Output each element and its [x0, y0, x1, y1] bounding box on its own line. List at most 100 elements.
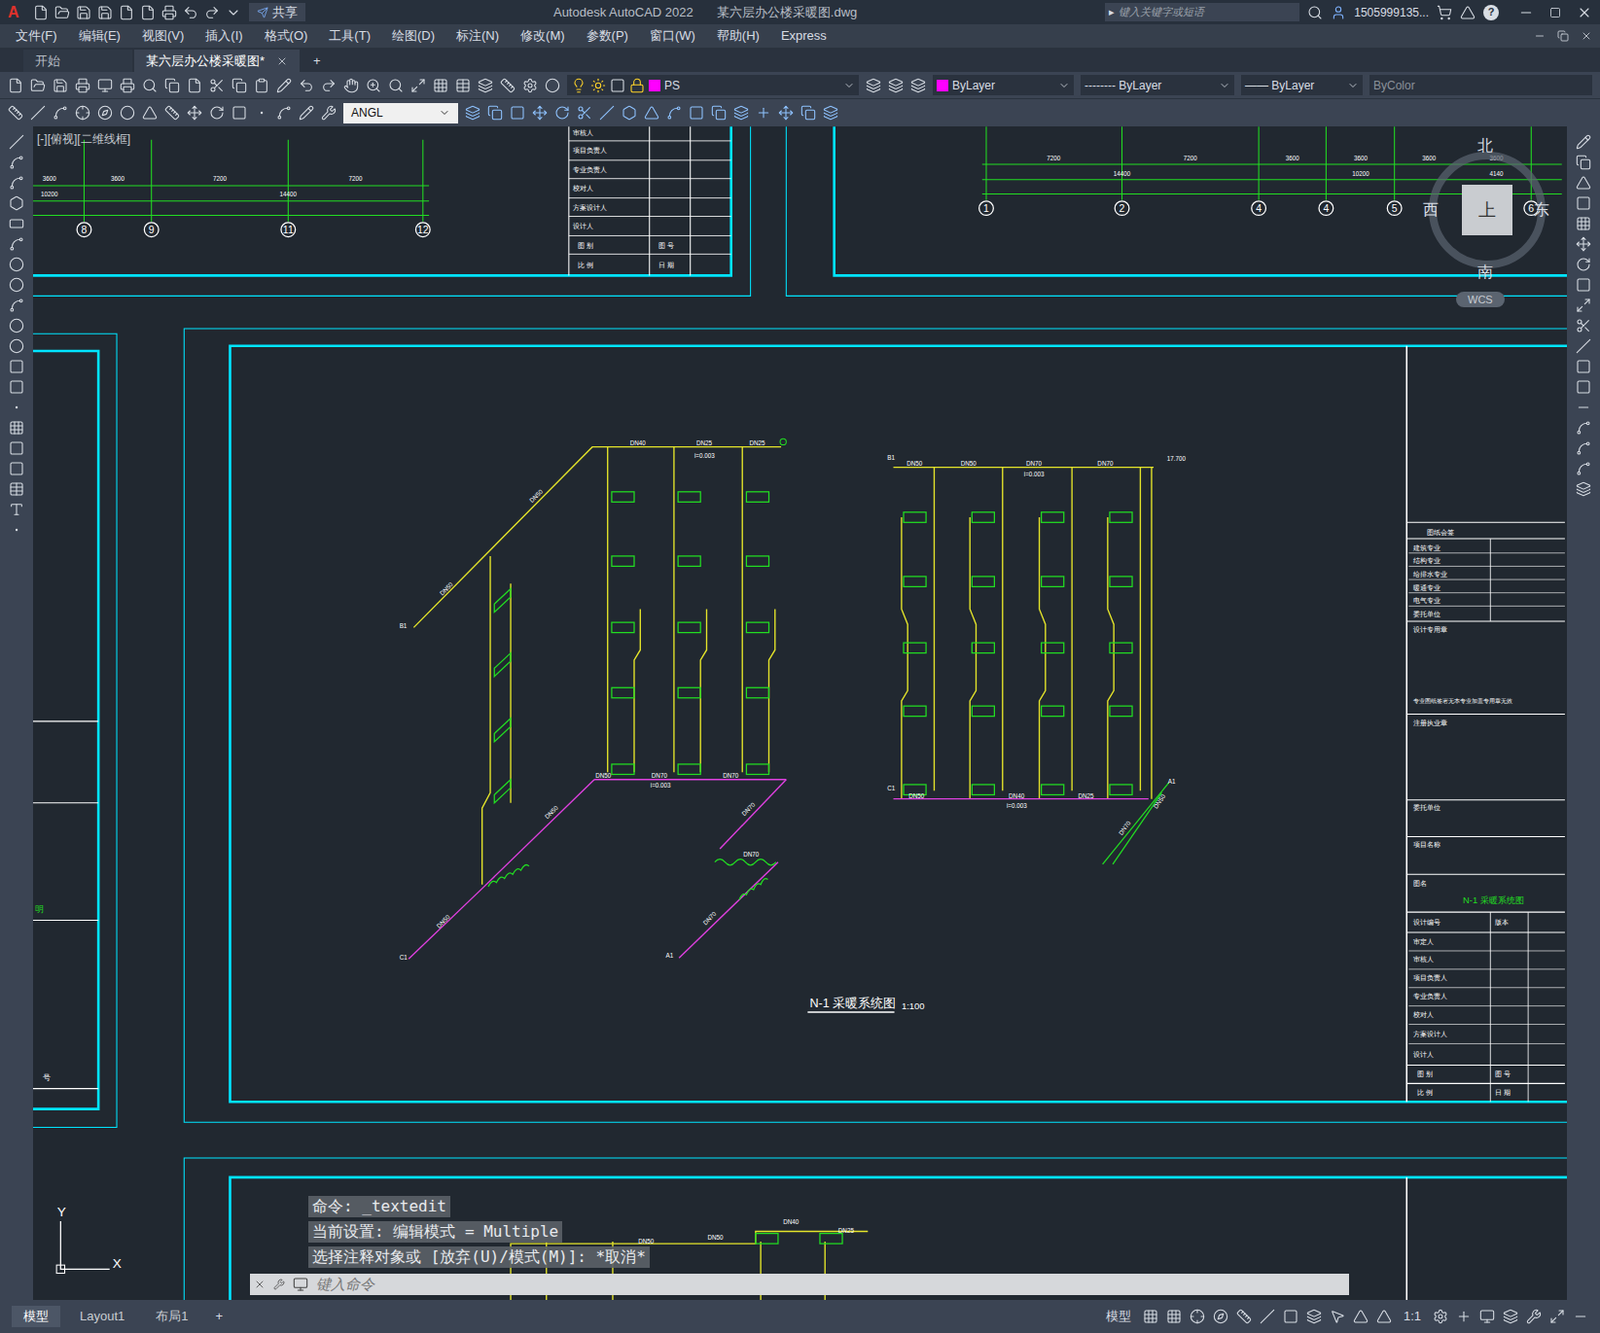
model-space-toggle[interactable]: 模型 — [1102, 1307, 1136, 1327]
viewcube-north[interactable]: 北 — [1477, 134, 1494, 158]
modify-tool-icon[interactable] — [1575, 134, 1592, 150]
modify-tool-icon[interactable] — [1575, 358, 1592, 375]
layer-thaw-icon[interactable] — [590, 77, 606, 94]
menu-item[interactable]: 工具(T) — [328, 26, 371, 46]
toolbar-icon[interactable] — [544, 77, 561, 94]
status-toggle-icon[interactable] — [1189, 1309, 1206, 1325]
dimension-tool-icon[interactable] — [209, 105, 225, 121]
modify-tool-icon[interactable] — [1575, 440, 1592, 457]
quick-access-icon[interactable] — [118, 4, 135, 21]
model-space[interactable]: 36003600720072001020014400891112审核人项目负责人… — [33, 126, 1567, 1301]
cart-icon[interactable] — [1436, 4, 1453, 21]
layout-tab[interactable]: Layout1 — [68, 1306, 137, 1328]
modify-tool-icon[interactable] — [1575, 297, 1592, 314]
toolbar-icon[interactable] — [74, 77, 91, 94]
layer-tool-icon[interactable] — [910, 77, 926, 94]
menu-item[interactable]: 编辑(E) — [78, 26, 121, 46]
modify-tool-icon[interactable] — [464, 105, 481, 121]
dropdown-arrow-icon[interactable] — [1218, 79, 1231, 92]
quick-access-icon[interactable] — [75, 4, 92, 21]
command-customize-icon[interactable] — [273, 1279, 285, 1291]
menu-item[interactable]: Express — [781, 26, 827, 46]
layout-tab[interactable]: 布局1 — [143, 1306, 200, 1328]
menu-item[interactable]: 绘图(D) — [391, 26, 435, 46]
modify-tool-icon[interactable] — [576, 105, 593, 121]
draw-tool-icon[interactable] — [8, 277, 25, 293]
modify-tool-icon[interactable] — [487, 105, 503, 121]
toolbar-icon[interactable] — [522, 77, 538, 94]
dropdown-arrow-icon[interactable] — [1058, 79, 1070, 92]
dimension-tool-icon[interactable] — [7, 105, 24, 121]
toolbar-icon[interactable] — [388, 77, 404, 94]
modify-tool-icon[interactable] — [509, 105, 526, 121]
menu-item[interactable]: 格式(O) — [264, 26, 309, 46]
layer-vp-icon[interactable] — [609, 77, 626, 94]
dropdown-arrow-icon[interactable] — [1347, 79, 1359, 92]
draw-tool-icon[interactable] — [8, 256, 25, 273]
layout-tab[interactable]: 模型 — [11, 1306, 61, 1328]
draw-tool-icon[interactable] — [8, 461, 25, 477]
doc-minimize-icon[interactable] — [1533, 30, 1546, 42]
draw-tool-icon[interactable] — [8, 440, 25, 457]
status-toggle-icon[interactable] — [1306, 1309, 1322, 1325]
app-logo[interactable]: A — [7, 0, 26, 25]
toolbar-icon[interactable] — [30, 77, 46, 94]
linetype-dropdown[interactable]: -------- ByLayer — [1080, 74, 1235, 96]
modify-tool-icon[interactable] — [621, 105, 638, 121]
dimension-tool-icon[interactable] — [298, 105, 315, 121]
dimension-tool-icon[interactable] — [97, 105, 113, 121]
quick-access-icon[interactable] — [54, 4, 71, 21]
modify-tool-icon[interactable] — [666, 105, 682, 121]
toolbar-icon[interactable] — [119, 77, 136, 94]
dropdown-arrow-icon[interactable] — [843, 79, 855, 92]
menu-item[interactable]: 插入(I) — [205, 26, 243, 46]
modify-tool-icon[interactable] — [1575, 461, 1592, 477]
viewcube-east[interactable]: 东 — [1533, 198, 1550, 222]
lineweight-dropdown[interactable]: —— ByLayer — [1241, 74, 1363, 96]
doc-close-icon[interactable] — [1580, 30, 1593, 42]
modify-tool-icon[interactable] — [1575, 277, 1592, 293]
status-tool-icon[interactable] — [1456, 1309, 1472, 1325]
toolbar-icon[interactable] — [142, 77, 158, 94]
status-tool-icon[interactable] — [1432, 1309, 1449, 1325]
color-dropdown[interactable]: ByLayer — [932, 74, 1074, 96]
viewcube-face[interactable]: 上 — [1461, 184, 1513, 236]
status-tool-icon[interactable] — [1479, 1309, 1495, 1325]
draw-tool-icon[interactable] — [8, 297, 25, 314]
modify-tool-icon[interactable] — [755, 105, 772, 121]
share-button[interactable]: 共享 — [248, 2, 306, 23]
toolbar-icon[interactable] — [455, 77, 471, 94]
status-toggle-icon[interactable] — [1236, 1309, 1252, 1325]
layer-on-icon[interactable] — [570, 77, 587, 94]
status-tool-icon[interactable] — [1502, 1309, 1519, 1325]
draw-tool-icon[interactable] — [8, 134, 25, 150]
menu-item[interactable]: 文件(F) — [15, 26, 58, 46]
command-close-icon[interactable] — [253, 1279, 266, 1291]
minimize-icon[interactable] — [1518, 4, 1534, 21]
menu-item[interactable]: 视图(V) — [142, 26, 184, 46]
modify-tool-icon[interactable] — [1575, 256, 1592, 273]
dimension-tool-icon[interactable] — [231, 105, 248, 121]
quick-access-icon[interactable] — [204, 4, 220, 21]
modify-tool-icon[interactable] — [822, 105, 839, 121]
doc-restore-icon[interactable] — [1557, 30, 1569, 42]
toolbar-icon[interactable] — [365, 77, 382, 94]
quick-access-icon[interactable] — [225, 4, 242, 21]
draw-tool-icon[interactable] — [8, 522, 25, 538]
help-button[interactable]: ? — [1483, 4, 1499, 21]
modify-tool-icon[interactable] — [1575, 379, 1592, 395]
layer-dropdown[interactable]: PS — [567, 74, 859, 96]
viewcube-west[interactable]: 西 — [1422, 198, 1439, 222]
draw-tool-icon[interactable] — [8, 379, 25, 395]
modify-tool-icon[interactable] — [554, 105, 570, 121]
modify-tool-icon[interactable] — [1575, 481, 1592, 498]
modify-tool-icon[interactable] — [1575, 338, 1592, 355]
menu-item[interactable]: 窗口(W) — [649, 26, 696, 46]
status-toggle-icon[interactable] — [1329, 1309, 1346, 1325]
modify-tool-icon[interactable] — [711, 105, 727, 121]
share-icon[interactable] — [256, 6, 269, 19]
dimension-tool-icon[interactable] — [320, 105, 337, 121]
search-box[interactable]: ▸键入关键字或短语 — [1104, 2, 1300, 22]
quick-access-icon[interactable] — [161, 4, 178, 21]
status-tool-icon[interactable] — [1572, 1309, 1589, 1325]
